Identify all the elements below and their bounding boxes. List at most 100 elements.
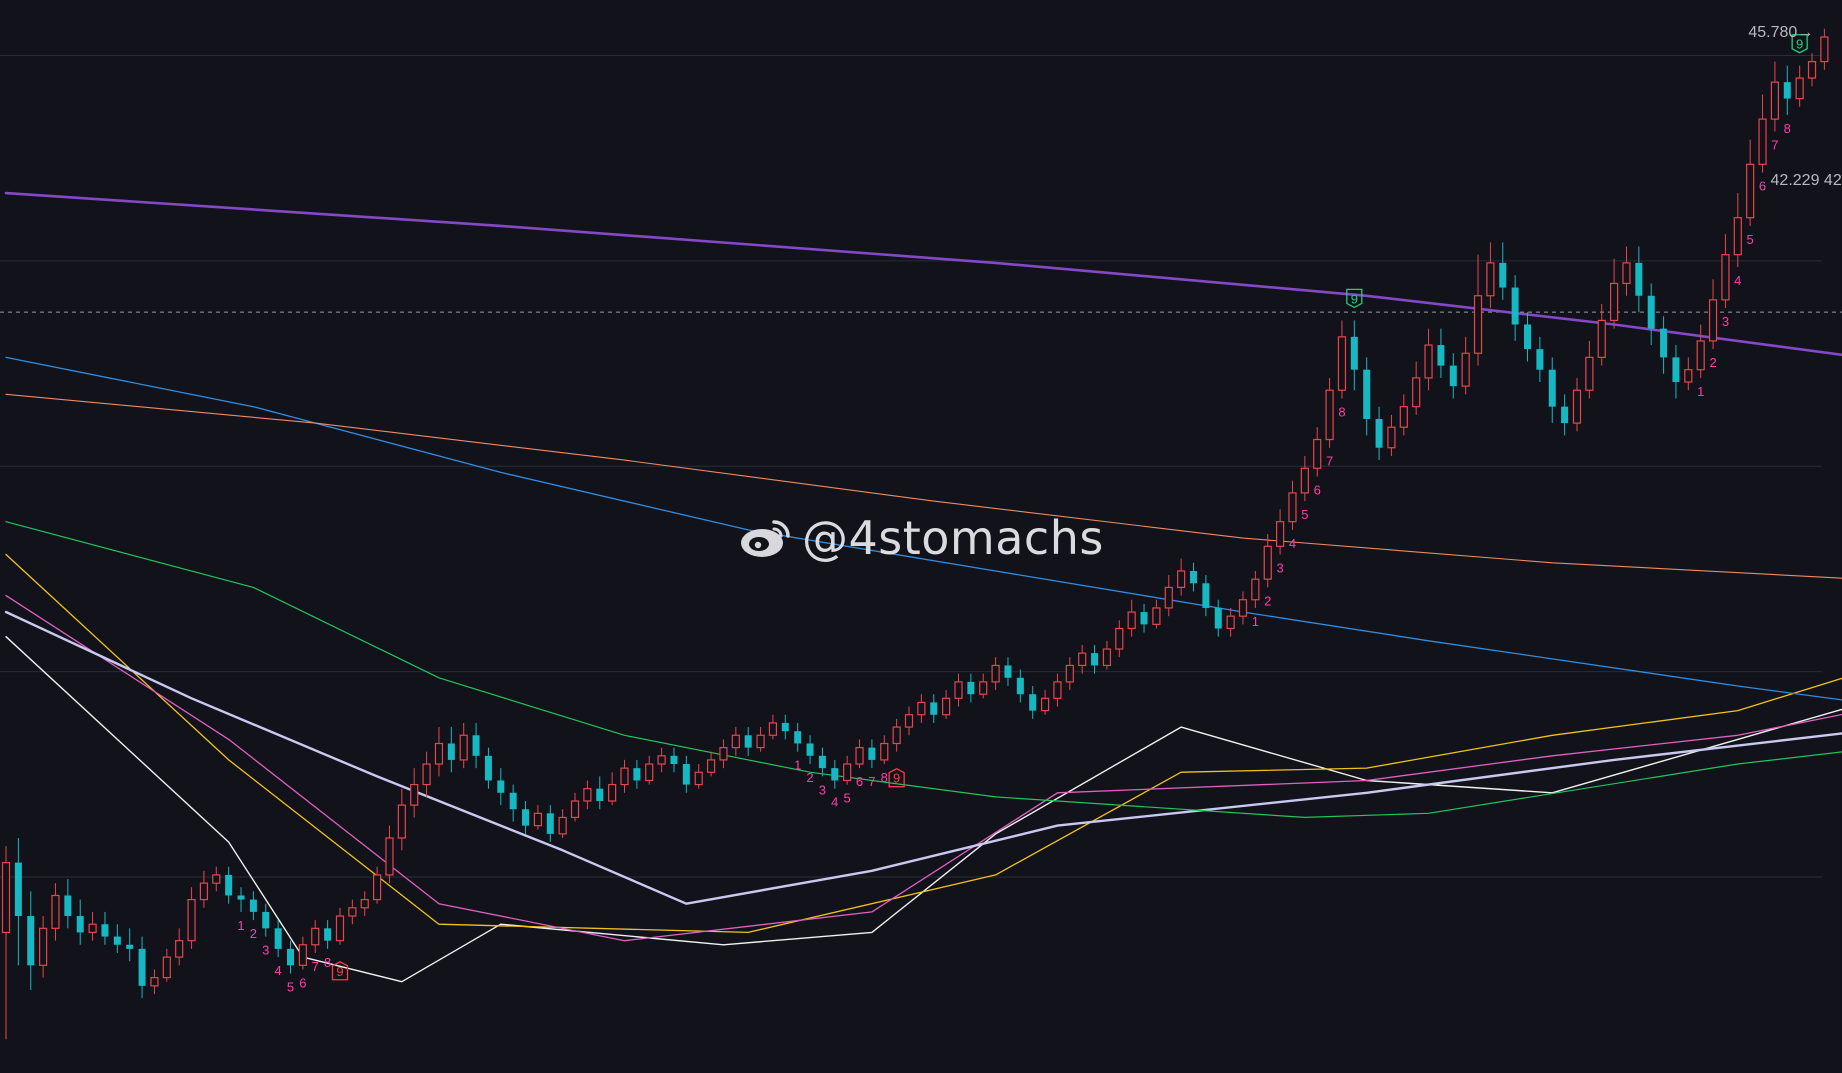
candle [855,739,864,769]
candle-body [843,763,852,782]
candle [868,739,876,769]
candle-body [1820,36,1829,63]
candle-body [1,862,11,934]
candle-body [608,783,617,802]
td-count-label: 6 [1314,482,1321,497]
candle [225,866,233,904]
td-count-label: 8 [881,770,888,785]
candle-body [657,755,666,765]
candle [14,837,22,966]
candle [991,657,1000,691]
candle [1065,657,1074,691]
candle [1536,336,1544,383]
candle-body [892,726,901,745]
candle-body [1609,282,1619,321]
candle [1746,139,1755,226]
candle-body [410,783,419,806]
candle-body [768,722,778,736]
td-count-label: 4 [275,963,282,978]
candle [385,825,394,884]
candle [39,916,48,978]
candle [1486,242,1495,309]
candle-body [1313,438,1322,469]
td-count-label: 4 [1289,536,1296,551]
candle [1300,455,1309,502]
candle-body [1337,336,1347,391]
candle-body [1461,352,1470,387]
candle [570,792,580,822]
candle-body [51,894,60,929]
candle [831,759,839,789]
candle [397,788,406,851]
candle [459,722,468,769]
candle [101,911,109,945]
candle [162,948,171,982]
candle-body [1300,467,1309,494]
candle [1029,685,1037,719]
candle [546,805,554,843]
candle [1288,480,1297,530]
candle-body [385,837,394,876]
td-count-label: 8 [1784,121,1791,136]
td-count-label: 5 [1747,232,1754,247]
candle-body [818,755,826,769]
candle-body [781,722,789,732]
candle [1078,644,1087,674]
candle [150,969,159,995]
candle [1,846,11,1040]
candle [1214,599,1222,637]
td-nine-label: 9 [336,964,343,979]
td-count-label: 7 [312,959,319,974]
candle [1572,377,1582,432]
candle-body [1449,365,1457,387]
candle [509,784,517,822]
candle-body [1770,81,1780,120]
td-count-label: 1 [794,758,801,773]
candle-body [967,681,975,695]
candle [212,866,221,892]
candle [1820,28,1829,70]
td-count-label: 3 [819,782,826,797]
candle-body [1585,356,1594,391]
candle [917,694,926,723]
moving-average-line [5,636,1842,983]
candle [1140,603,1148,633]
candle-body [1375,418,1383,448]
candle [892,718,901,752]
candle [806,735,814,765]
candle-body [1647,295,1655,329]
candle [843,755,852,785]
candle [967,673,975,703]
candle [1337,320,1347,399]
candle-body [434,742,444,765]
candle-body [1548,369,1556,407]
candle [1164,575,1173,617]
candle-body [633,768,641,781]
candle-body [1029,694,1037,711]
candle [1016,669,1024,703]
candle-body [509,792,517,810]
candle [274,920,282,958]
candle-body [1387,426,1396,449]
td-count-label: 4 [831,795,838,810]
candle-body [794,731,802,744]
candle [27,891,35,990]
candle [484,747,492,789]
candle-body [533,812,543,827]
price-label: 45.780→ [1748,24,1813,41]
td-nine-marker: 9 [331,961,349,981]
td-count-label: 6 [299,975,306,990]
td-count-label: 2 [1264,593,1271,608]
candle-body [497,780,505,793]
candle-body [459,734,468,761]
candle [633,759,641,789]
candle [768,714,778,740]
candle-body [1016,677,1024,695]
candle-body [546,813,554,834]
candle-body [162,956,171,979]
moving-average-line [5,393,1842,579]
candlestick-chart: 12345 67 81234 56 7 812345678123456789999 45.… [0,24,1842,1073]
candle [1511,275,1519,341]
candle [1783,65,1791,116]
candle [237,887,245,912]
